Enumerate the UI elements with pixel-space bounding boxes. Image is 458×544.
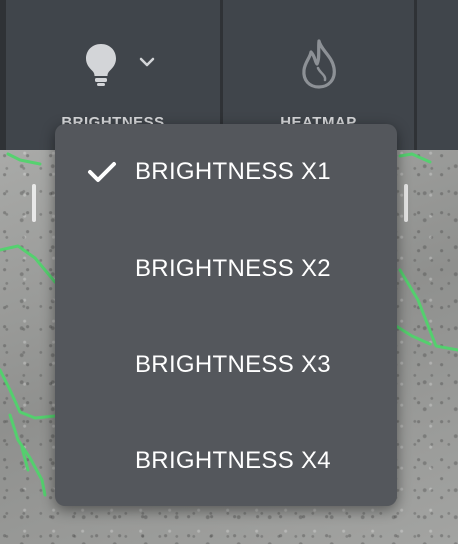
menu-item-brightness-x2[interactable]: BRIGHTNESS X2 bbox=[55, 239, 397, 299]
menu-item-label: BRIGHTNESS X2 bbox=[135, 255, 331, 282]
menu-item-label: BRIGHTNESS X3 bbox=[135, 351, 331, 378]
menu-item-label: BRIGHTNESS X4 bbox=[135, 447, 331, 474]
menu-item-label: BRIGHTNESS X1 bbox=[135, 158, 331, 185]
menu-item-brightness-x3[interactable]: BRIGHTNESS X3 bbox=[55, 335, 397, 395]
brightness-menu: BRIGHTNESS X1 BRIGHTNESS X2 BRIGHTNESS X… bbox=[55, 124, 397, 506]
flame-icon bbox=[302, 39, 336, 89]
toolbar-overflow-cell bbox=[417, 0, 458, 150]
menu-item-brightness-x4[interactable]: BRIGHTNESS X4 bbox=[55, 431, 397, 491]
chevron-down-icon[interactable] bbox=[138, 56, 156, 68]
menu-item-brightness-x1[interactable]: BRIGHTNESS X1 bbox=[55, 142, 397, 202]
lightbulb-icon bbox=[86, 44, 116, 86]
left-drag-handle[interactable] bbox=[32, 184, 36, 222]
right-drag-handle[interactable] bbox=[404, 184, 408, 222]
check-icon bbox=[88, 162, 116, 182]
